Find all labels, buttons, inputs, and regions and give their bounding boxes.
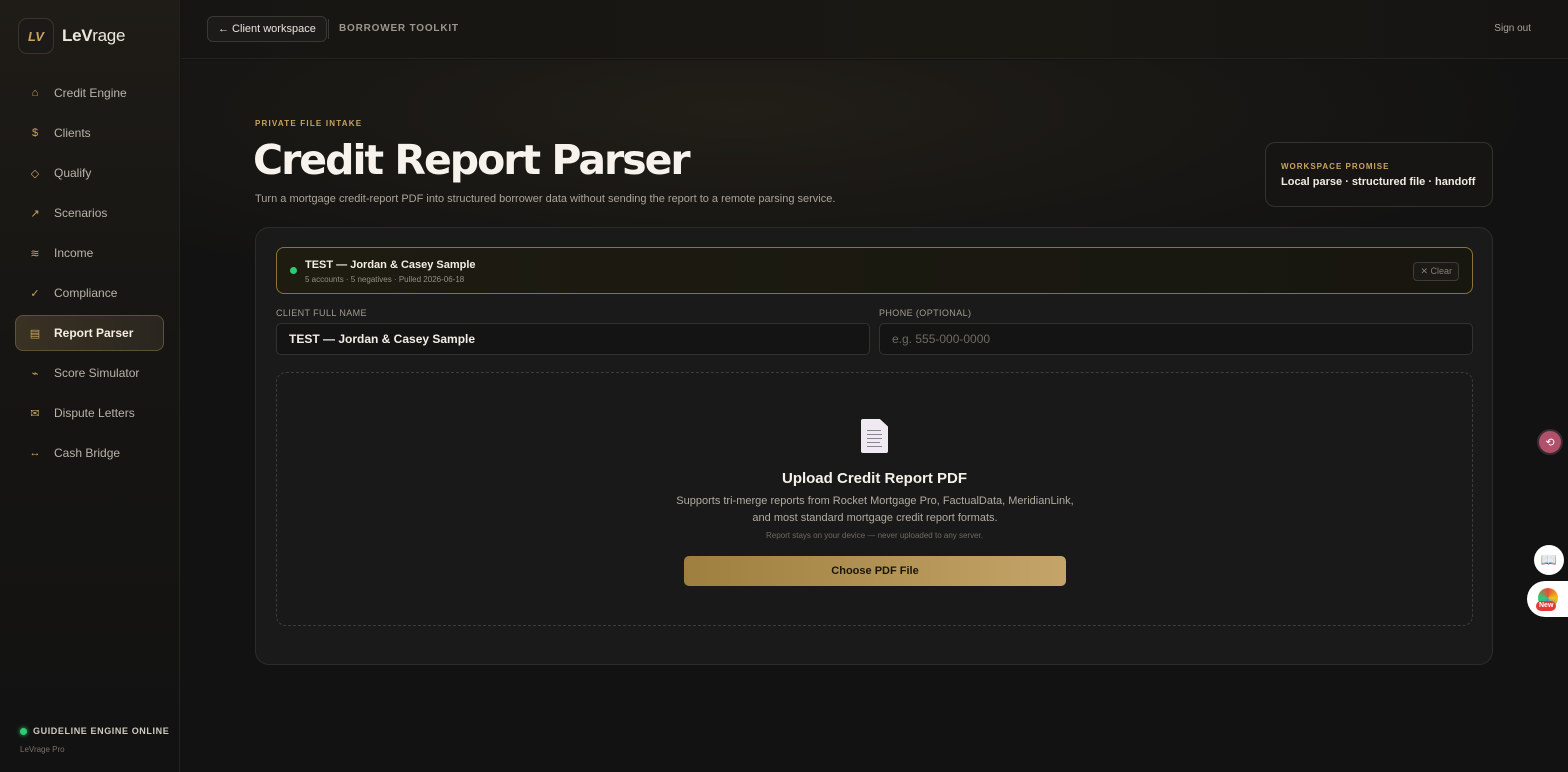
sidebar: LV LeVrage ⌂ Credit Engine $ Clients ◇ Qualif… — [0, 0, 180, 772]
new-badge: New — [1536, 601, 1557, 611]
status-dot-icon — [20, 727, 27, 735]
sidebar-item-clients[interactable]: $ Clients — [15, 115, 164, 151]
checkmark-icon: ✓ — [30, 287, 40, 300]
sidebar-item-label: Income — [54, 246, 94, 260]
brand-name: LeVrage — [62, 26, 125, 46]
waves-icon: ≋ — [30, 247, 40, 260]
engine-status-text: GUIDELINE ENGINE ONLINE — [33, 726, 170, 736]
workspace-promise-card: WORKSPACE PROMISE Local parse · structur… — [1265, 142, 1493, 207]
double-arrow-icon: ↔ — [29, 447, 41, 459]
sample-title: TEST — Jordan & Casey Sample — [305, 259, 476, 271]
sidebar-nav: ⌂ Credit Engine $ Clients ◇ Qualify ↗ Scenarios… — [15, 75, 164, 475]
book-icon[interactable]: 📖 — [1534, 545, 1564, 575]
sidebar-item-credit-engine[interactable]: ⌂ Credit Engine — [15, 75, 164, 111]
upload-title: Upload Credit Report PDF — [781, 470, 967, 487]
sidebar-item-income[interactable]: ≋ Income — [15, 235, 164, 271]
sidebar-item-label: Clients — [54, 126, 91, 140]
sidebar-item-label: Dispute Letters — [54, 406, 135, 420]
page-title: Credit Report Parser — [253, 136, 691, 184]
parser-card: TEST — Jordan & Casey Sample 5 accounts … — [255, 227, 1493, 665]
phone-field[interactable] — [879, 323, 1473, 355]
phone-label: PHONE (OPTIONAL) — [879, 308, 972, 318]
sidebar-item-label: Credit Engine — [54, 86, 127, 100]
sidebar-item-score-simulator[interactable]: ⌁ Score Simulator — [15, 355, 164, 391]
translate-icon[interactable]: ⟲ — [1537, 429, 1563, 455]
assistant-new-widget[interactable]: New — [1527, 581, 1568, 617]
trend-arrow-icon: ↗ — [30, 207, 40, 220]
sub-brand: LeVrage Pro — [20, 745, 65, 754]
topbar-divider — [328, 19, 329, 39]
brand[interactable]: LV LeVrage — [18, 18, 125, 54]
lightning-icon: ⌁ — [31, 367, 39, 380]
sidebar-item-label: Report Parser — [54, 326, 134, 340]
choose-pdf-button[interactable]: Choose PDF File — [684, 556, 1066, 586]
pdf-dropzone[interactable]: Upload Credit Report PDF Supports tri-me… — [276, 372, 1473, 626]
upload-privacy-note: Report stays on your device — never uplo… — [765, 531, 983, 540]
brand-logo-icon: LV — [18, 18, 54, 54]
sign-out-link[interactable]: Sign out — [1494, 23, 1531, 34]
document-lines-icon: ▤ — [29, 327, 41, 340]
clear-button[interactable]: ✕ Clear — [1413, 262, 1459, 281]
sidebar-item-label: Score Simulator — [54, 366, 140, 380]
sidebar-item-label: Scenarios — [54, 206, 108, 220]
diamond-icon: ◇ — [30, 167, 40, 180]
client-name-field[interactable] — [276, 323, 870, 355]
sidebar-item-compliance[interactable]: ✓ Compliance — [15, 275, 164, 311]
page-description: Turn a mortgage credit-report PDF into s… — [255, 193, 836, 205]
document-icon — [861, 419, 888, 453]
client-name-label: CLIENT FULL NAME — [276, 308, 367, 318]
sample-meta: 5 accounts · 5 negatives · Pulled 2026-0… — [305, 275, 465, 284]
brand-name-bold: LeV — [62, 26, 93, 45]
sidebar-footer: GUIDELINE ENGINE ONLINE LeVrage Pro — [20, 726, 169, 754]
promise-text: Local parse · structured file · handoff — [1281, 176, 1476, 188]
page-eyebrow: PRIVATE FILE INTAKE — [255, 119, 363, 128]
engine-status: GUIDELINE ENGINE ONLINE — [20, 726, 169, 736]
brand-name-rest: rage — [92, 26, 126, 45]
sidebar-item-cash-bridge[interactable]: ↔ Cash Bridge — [15, 435, 164, 471]
sidebar-item-dispute-letters[interactable]: ✉ Dispute Letters — [15, 395, 164, 431]
promise-eyebrow: WORKSPACE PROMISE — [1281, 162, 1390, 171]
sample-status-dot-icon — [290, 267, 297, 274]
envelope-icon: ✉ — [30, 407, 40, 420]
sidebar-item-label: Compliance — [54, 286, 118, 300]
dollar-coin-icon: $ — [31, 127, 39, 139]
sidebar-item-label: Cash Bridge — [54, 446, 121, 460]
home-icon: ⌂ — [31, 87, 39, 99]
upload-description: Supports tri-merge reports from Rocket M… — [676, 495, 1074, 524]
client-workspace-back-button[interactable]: ← Client workspace — [207, 16, 327, 42]
sample-file-banner: TEST — Jordan & Casey Sample 5 accounts … — [276, 247, 1473, 294]
sidebar-item-qualify[interactable]: ◇ Qualify — [15, 155, 164, 191]
sidebar-item-scenarios[interactable]: ↗ Scenarios — [15, 195, 164, 231]
section-label: BORROWER TOOLKIT — [339, 23, 459, 34]
sidebar-item-report-parser[interactable]: ▤ Report Parser — [15, 315, 164, 351]
sidebar-item-label: Qualify — [54, 166, 92, 180]
topbar: ← Client workspace BORROWER TOOLKIT Sign… — [181, 0, 1568, 59]
